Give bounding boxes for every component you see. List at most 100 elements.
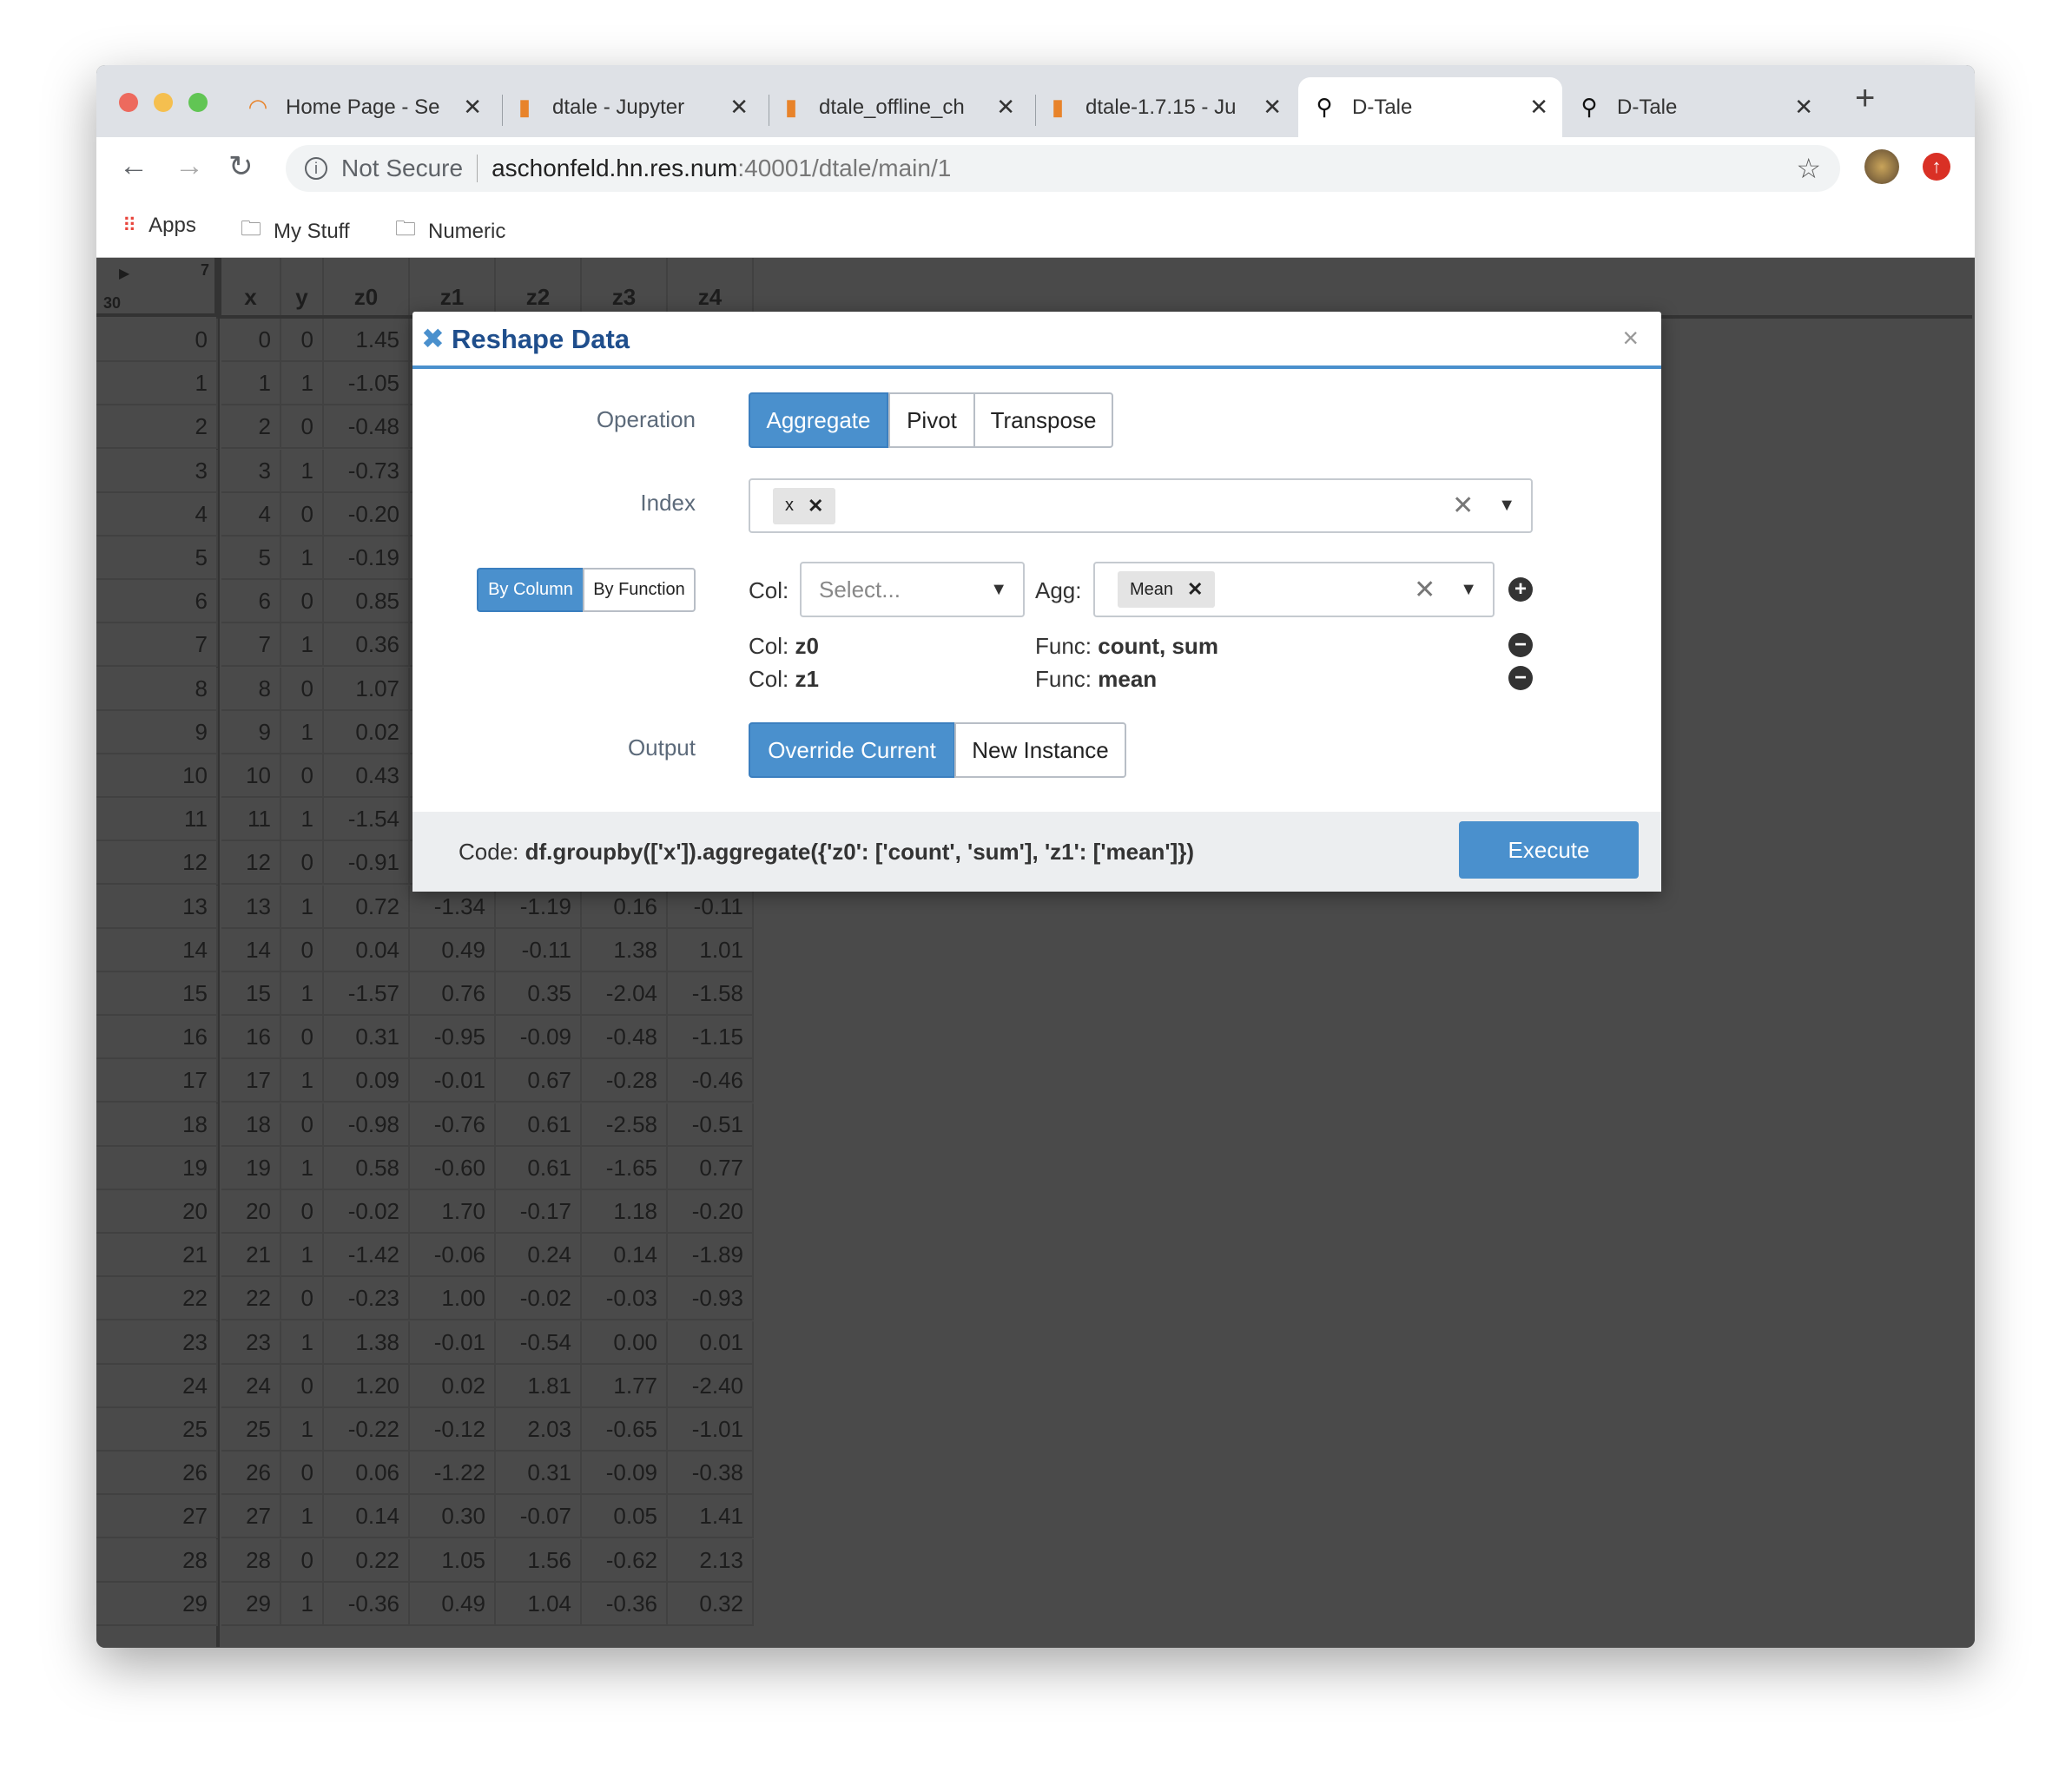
row-index[interactable]: 17 <box>96 1059 218 1103</box>
grid-cell[interactable]: 0.04 <box>324 928 410 972</box>
grid-cell[interactable]: 0.24 <box>496 1234 582 1278</box>
column-select[interactable]: Select... ▼ <box>800 562 1025 617</box>
row-index[interactable]: 28 <box>96 1538 218 1583</box>
grid-cell[interactable]: 0.72 <box>324 885 410 929</box>
grid-cell[interactable]: 1.07 <box>324 667 410 711</box>
address-bar[interactable]: i Not Secure aschonfeld.hn.res.num:40001… <box>286 145 1840 192</box>
grid-cell[interactable]: 0.61 <box>496 1146 582 1190</box>
grid-cell[interactable]: -1.57 <box>324 972 410 1016</box>
row-index[interactable]: 22 <box>96 1277 218 1321</box>
grid-cell[interactable]: 16 <box>221 1016 281 1060</box>
grid-cell[interactable]: 22 <box>221 1277 281 1321</box>
grid-cell[interactable]: -1.89 <box>668 1234 754 1278</box>
grid-cell[interactable]: -1.42 <box>324 1234 410 1278</box>
operation-aggregate-button[interactable]: Aggregate <box>749 392 888 448</box>
column-header-x[interactable]: x <box>218 258 281 317</box>
row-index[interactable]: 16 <box>96 1016 218 1060</box>
grid-cell[interactable]: 1 <box>281 1234 324 1278</box>
row-index[interactable]: 11 <box>96 798 218 842</box>
grid-cell[interactable]: -1.65 <box>582 1146 668 1190</box>
column-header-z3[interactable]: z3 <box>582 258 668 317</box>
grid-cell[interactable]: 0.01 <box>668 1320 754 1365</box>
grid-cell[interactable]: 1 <box>281 798 324 842</box>
grid-cell[interactable]: -0.54 <box>496 1320 582 1365</box>
row-index[interactable]: 27 <box>96 1495 218 1539</box>
grid-cell[interactable]: -0.02 <box>324 1190 410 1234</box>
row-index[interactable]: 25 <box>96 1408 218 1452</box>
remove-aggregation-button[interactable]: − <box>1508 666 1533 690</box>
grid-cell[interactable]: 0.06 <box>324 1452 410 1496</box>
add-aggregation-button[interactable]: + <box>1508 577 1533 602</box>
row-index[interactable]: 8 <box>96 667 218 711</box>
grid-cell[interactable]: 0 <box>281 841 324 886</box>
grid-cell[interactable]: 0.76 <box>410 972 496 1016</box>
grid-cell[interactable]: 2.13 <box>668 1538 754 1583</box>
row-index[interactable]: 7 <box>96 623 218 668</box>
grid-cell[interactable]: 2.03 <box>496 1408 582 1452</box>
grid-cell[interactable]: -0.20 <box>668 1190 754 1234</box>
row-index[interactable]: 1 <box>96 362 218 406</box>
grid-cell[interactable]: 0.22 <box>324 1538 410 1583</box>
grid-cell[interactable]: 8 <box>221 667 281 711</box>
grid-cell[interactable]: 1 <box>281 1495 324 1539</box>
row-index[interactable]: 18 <box>96 1103 218 1147</box>
row-index[interactable]: 24 <box>96 1364 218 1408</box>
grid-cell[interactable]: 10 <box>221 754 281 798</box>
grid-cell[interactable]: 0.61 <box>496 1103 582 1147</box>
grid-cell[interactable]: -2.40 <box>668 1364 754 1408</box>
grid-cell[interactable]: 1 <box>281 362 324 406</box>
grid-cell[interactable]: -0.11 <box>496 928 582 972</box>
grid-cell[interactable]: 26 <box>221 1452 281 1496</box>
grid-cell[interactable]: -0.22 <box>324 1408 410 1452</box>
grid-cell[interactable]: 13 <box>221 885 281 929</box>
execute-button[interactable]: Execute <box>1459 821 1639 879</box>
row-index[interactable]: 5 <box>96 537 218 580</box>
bookmark-my-stuff[interactable]: 🗀 My Stuff <box>241 214 350 249</box>
close-tab-icon[interactable]: ✕ <box>996 94 1015 121</box>
grid-cell[interactable]: -0.38 <box>668 1452 754 1496</box>
grid-cell[interactable]: -0.07 <box>496 1495 582 1539</box>
close-tab-icon[interactable]: ✕ <box>463 94 482 121</box>
grid-cell[interactable]: -0.12 <box>410 1408 496 1452</box>
operation-pivot-button[interactable]: Pivot <box>888 392 975 448</box>
row-index[interactable]: 21 <box>96 1234 218 1278</box>
clear-icon[interactable]: ✕ <box>1452 491 1474 521</box>
row-index[interactable]: 29 <box>96 1582 218 1626</box>
close-tab-icon[interactable]: ✕ <box>729 94 749 121</box>
grid-cell[interactable]: -0.76 <box>410 1103 496 1147</box>
grid-cell[interactable]: 1 <box>281 1059 324 1103</box>
close-tab-icon[interactable]: ✕ <box>1529 94 1548 121</box>
new-tab-button[interactable]: + <box>1855 79 1875 118</box>
row-index[interactable]: 15 <box>96 972 218 1016</box>
grid-cell[interactable]: -0.95 <box>410 1016 496 1060</box>
grid-cell[interactable]: 0 <box>281 754 324 798</box>
bookmark-star-icon[interactable]: ☆ <box>1796 152 1821 185</box>
clear-icon[interactable]: ✕ <box>1414 575 1435 605</box>
grid-cell[interactable]: -1.54 <box>324 798 410 842</box>
minimize-window-button[interactable] <box>154 93 173 112</box>
grid-cell[interactable]: -0.65 <box>582 1408 668 1452</box>
grid-cell[interactable]: 0 <box>281 667 324 711</box>
grid-cell[interactable]: 0.67 <box>496 1059 582 1103</box>
grid-cell[interactable]: 17 <box>221 1059 281 1103</box>
grid-cell[interactable]: 0 <box>281 405 324 450</box>
row-index[interactable]: 19 <box>96 1146 218 1190</box>
grid-cell[interactable]: -0.48 <box>582 1016 668 1060</box>
browser-tab[interactable]: ▮ dtale - Jupyter ✕ <box>498 77 762 137</box>
row-index[interactable]: 14 <box>96 928 218 972</box>
grid-cell[interactable]: 21 <box>221 1234 281 1278</box>
close-tab-icon[interactable]: ✕ <box>1263 94 1282 121</box>
grid-cell[interactable]: -0.20 <box>324 492 410 537</box>
browser-tab[interactable]: ⚲ D-Tale ✕ <box>1563 77 1827 137</box>
bookmark-apps[interactable]: ⠿ Apps <box>122 214 196 238</box>
grid-cell[interactable]: -0.93 <box>668 1277 754 1321</box>
override-current-button[interactable]: Override Current <box>749 722 955 778</box>
grid-cell[interactable]: -2.04 <box>582 972 668 1016</box>
grid-cell[interactable]: 4 <box>221 492 281 537</box>
grid-cell[interactable]: 0 <box>281 1190 324 1234</box>
grid-cell[interactable]: -0.01 <box>410 1059 496 1103</box>
grid-cell[interactable]: 1.77 <box>582 1364 668 1408</box>
remove-chip-icon[interactable]: ✕ <box>1187 578 1203 601</box>
grid-cell[interactable]: 28 <box>221 1538 281 1583</box>
grid-cell[interactable]: 1 <box>281 537 324 580</box>
